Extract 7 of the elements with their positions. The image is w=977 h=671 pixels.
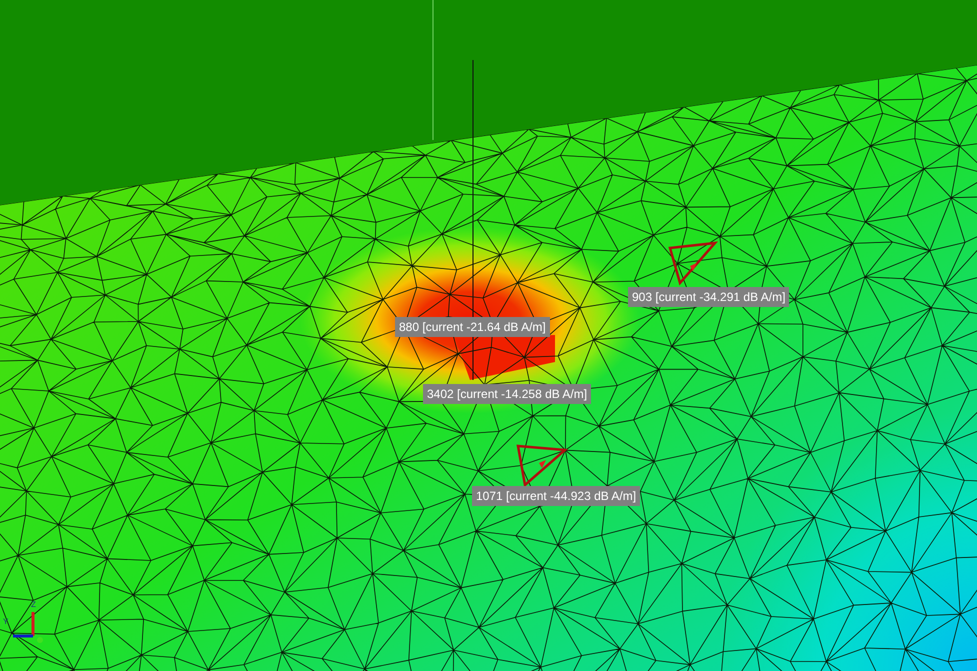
axis-label: Z bbox=[31, 601, 36, 609]
probe-value-label: 3402 [current -14.258 dB A/m] bbox=[423, 384, 592, 404]
axis-label: Y bbox=[3, 618, 8, 626]
axis-triad-icon bbox=[13, 612, 43, 643]
probe-value-label: 903 [current -34.291 dB A/m] bbox=[628, 287, 790, 307]
probe-value-label: 1071 [current -44.923 dB A/m] bbox=[472, 486, 640, 506]
probe-value-label: 880 [current -21.64 dB A/m] bbox=[395, 317, 550, 337]
